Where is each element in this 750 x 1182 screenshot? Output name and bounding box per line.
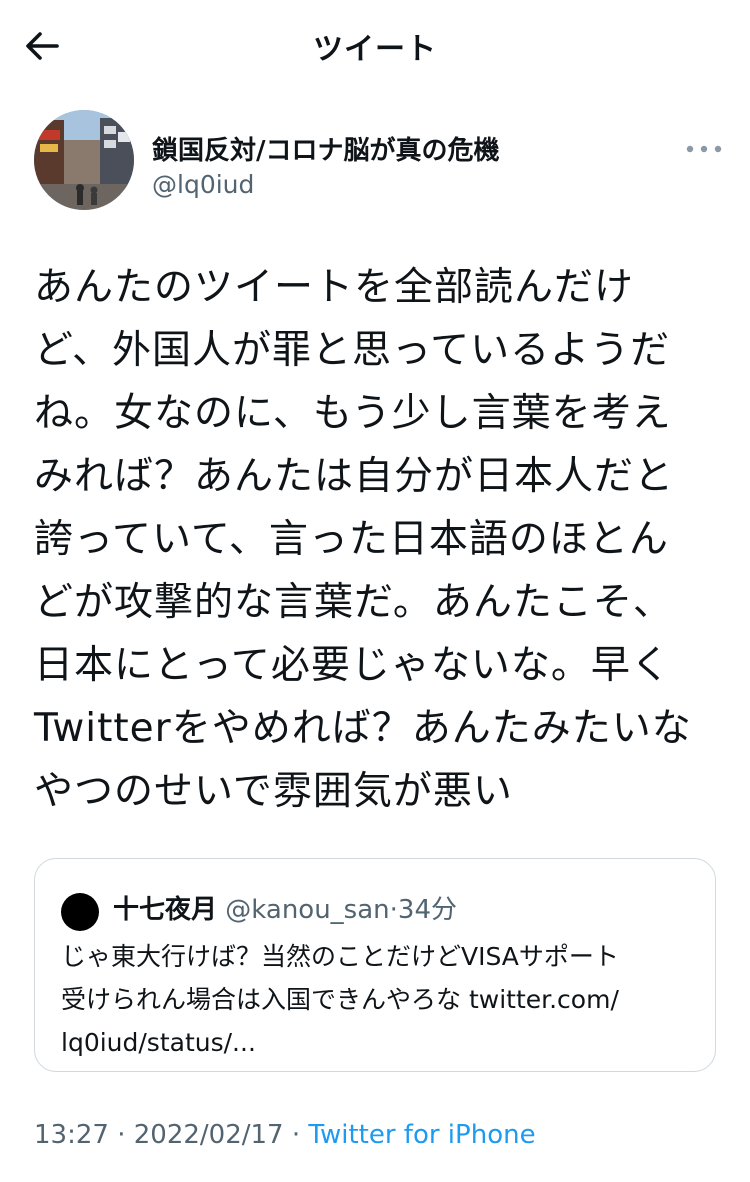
- tweet-time: 13:27: [34, 1120, 109, 1150]
- meta-separator: ·: [117, 1120, 126, 1150]
- author-display-name[interactable]: 鎖国反対/コロナ脳が真の危機: [152, 130, 500, 167]
- quoted-separator: ·: [389, 895, 398, 925]
- meta-separator-2: ·: [291, 1120, 301, 1150]
- top-bar: ツイート: [0, 0, 750, 90]
- tweet-body-text: あんたのツイートを全部読んだけ ど、外国人が罪と思っているようだ ね。女なのに、…: [34, 265, 692, 814]
- avatar[interactable]: [34, 110, 134, 210]
- quoted-time: 34分: [397, 895, 457, 925]
- quoted-avatar: [61, 893, 99, 931]
- tweet-date: 2022/02/17: [133, 1120, 284, 1150]
- quoted-tweet-header: 十七夜月 @kanou_san·34分: [113, 889, 457, 926]
- tweet-source-link[interactable]: Twitter for iPhone: [308, 1120, 535, 1150]
- quoted-author-handle: @kanou_san: [225, 895, 390, 925]
- author-handle[interactable]: @lq0iud: [152, 170, 254, 199]
- quoted-author-name: 十七夜月: [113, 895, 218, 925]
- tweet-author: 鎖国反対/コロナ脳が真の危機 @lq0iud: [34, 110, 724, 220]
- page-title: ツイート: [313, 32, 437, 67]
- quoted-tweet-text: じゃ東大行けば？当然のことだけどVISAサポート 受けられん場合は入国できんやろ…: [61, 942, 619, 1057]
- ellipsis-icon: [686, 145, 722, 153]
- tweet-meta: 13:27 · 2022/02/17 · Twitter for iPhone: [34, 1120, 536, 1150]
- street-photo-avatar: [34, 110, 134, 210]
- quoted-tweet-card[interactable]: 十七夜月 @kanou_san·34分 じゃ東大行けば？当然のことだけどVISA…: [34, 858, 716, 1072]
- more-options-button[interactable]: [680, 134, 728, 164]
